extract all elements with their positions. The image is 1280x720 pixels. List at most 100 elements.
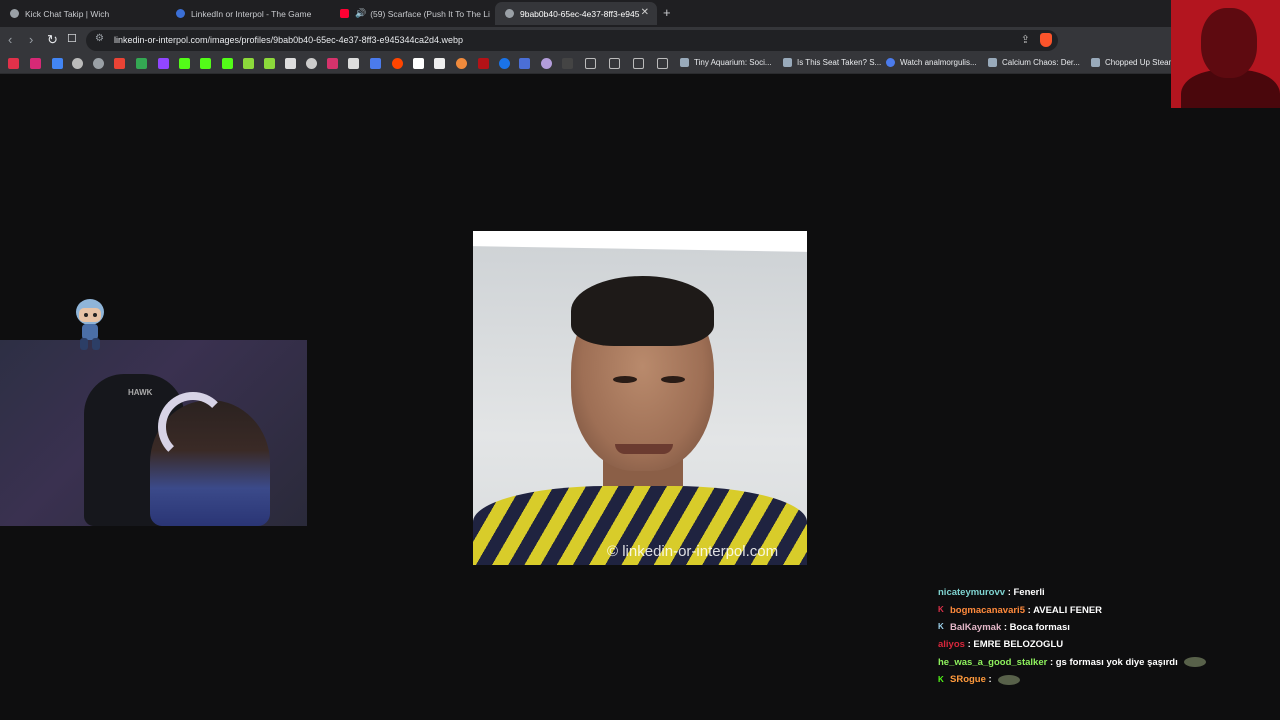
bookmark-folder-icon[interactable] xyxy=(657,58,668,69)
chat-message: K BalKaymak : Boca forması xyxy=(938,619,1238,636)
bookmark-youtube-icon[interactable] xyxy=(8,58,19,69)
image-watermark: © linkedin-or-interpol.com xyxy=(607,543,779,560)
bookmark-kick-icon[interactable] xyxy=(200,58,211,69)
bookmark-icon[interactable] xyxy=(499,58,510,69)
webcam-headset xyxy=(158,392,228,462)
bookmark-folder-icon[interactable] xyxy=(585,58,596,69)
mascot-avatar xyxy=(76,299,104,350)
streamer-webcam: HAWK xyxy=(0,340,307,526)
steam-icon xyxy=(783,58,792,67)
tab-webp-image[interactable]: 9bab0b40-65ec-4e37-8ff3-e945 ✕ xyxy=(495,2,657,25)
bookmark-button[interactable]: ☐ xyxy=(67,32,77,45)
bookmark-folder-icon[interactable] xyxy=(633,58,644,69)
chat-text: : Boca forması xyxy=(1003,621,1070,633)
bookmark-reddit-icon[interactable] xyxy=(392,58,403,69)
youtube-icon xyxy=(340,9,349,18)
url-text[interactable]: linkedin-or-interpol.com/images/profiles… xyxy=(114,35,463,45)
bookmark-kick-icon[interactable] xyxy=(222,58,233,69)
tab-kick-chat[interactable]: Kick Chat Takip | Wich xyxy=(0,2,165,25)
bookmark-icon[interactable] xyxy=(370,58,381,69)
bookmark-twitch-icon[interactable] xyxy=(158,58,169,69)
bookmark-tiny-aquarium[interactable]: Tiny Aquarium: Soci... xyxy=(680,58,772,67)
back-button[interactable]: ‹ xyxy=(8,32,12,47)
bookmark-extension-icon[interactable] xyxy=(264,58,275,69)
share-icon[interactable]: ⇪ xyxy=(1021,33,1030,46)
speaker-icon: 🔊 xyxy=(355,8,367,18)
chat-username: bogmacanavari5 xyxy=(950,604,1025,616)
streamer-portrait-overlay xyxy=(1171,0,1280,108)
chat-text: : Fenerli xyxy=(1007,587,1045,599)
bookmark-icon[interactable] xyxy=(434,58,445,69)
profile-image: © linkedin-or-interpol.com xyxy=(473,231,807,565)
chat-username: aliyos xyxy=(938,639,965,651)
chat-text: : EMRE BELOZOGLU xyxy=(967,639,1064,651)
globe-icon xyxy=(505,9,514,18)
tab-youtube-scarface[interactable]: 🔊 (59) Scarface (Push It To The Limit xyxy=(330,2,490,25)
bookmark-globe-icon[interactable] xyxy=(72,58,83,69)
bookmark-extension-icon[interactable] xyxy=(243,58,254,69)
chat-username: nicateymurovv xyxy=(938,587,1006,599)
steam-icon xyxy=(988,58,997,67)
globe-icon xyxy=(10,9,19,18)
tab-strip: Kick Chat Takip | Wich LinkedIn or Inter… xyxy=(0,0,1280,27)
tab-label: Kick Chat Takip | Wich xyxy=(25,8,110,19)
bookmark-icon[interactable] xyxy=(562,58,573,69)
chat-emote-icon xyxy=(997,674,1020,685)
forward-button[interactable]: › xyxy=(29,32,33,47)
bookmarks-bar: Tiny Aquarium: Soci... Is This Seat Take… xyxy=(0,54,1280,74)
bookmark-x-icon[interactable] xyxy=(348,58,359,69)
bookmark-translate-icon[interactable] xyxy=(52,58,63,69)
chat-overlay: nicateymurovv : Fenerli Kbogmacanavari5 … xyxy=(938,584,1238,688)
photo-eye xyxy=(613,376,637,383)
bookmark-globe-icon[interactable] xyxy=(93,58,104,69)
bookmark-icon[interactable] xyxy=(456,58,467,69)
chat-message: aliyos : EMRE BELOZOGLU xyxy=(938,636,1238,653)
chat-emote-icon xyxy=(1183,657,1206,668)
bookmark-is-this-seat-taken[interactable]: Is This Seat Taken? S... xyxy=(783,58,881,67)
photo-eye xyxy=(661,376,685,383)
bookmark-icon[interactable] xyxy=(478,58,489,69)
site-settings-icon[interactable]: ⚙ xyxy=(95,33,104,44)
kick-badge-icon: K xyxy=(938,622,944,632)
tab-label: 9bab0b40-65ec-4e37-8ff3-e945 xyxy=(520,8,640,19)
bookmark-watch[interactable]: Watch analmorgulis... xyxy=(886,58,977,67)
bookmark-anchor-icon[interactable] xyxy=(285,58,296,69)
tab-label: (59) Scarface (Push It To The Limit xyxy=(370,8,490,19)
brave-shields-icon[interactable] xyxy=(1040,33,1052,47)
photo-mouth xyxy=(615,444,673,454)
chat-message: he_was_a_good_stalker : gs forması yok d… xyxy=(938,654,1238,671)
chat-text: : AVEALI FENER xyxy=(1027,604,1103,616)
portrait-face xyxy=(1201,8,1257,78)
chat-message: nicateymurovv : Fenerli xyxy=(938,584,1238,601)
site-favicon-icon xyxy=(176,9,185,18)
reload-button[interactable]: ↻ xyxy=(47,32,58,48)
tab-linkedin-or-interpol[interactable]: LinkedIn or Interpol - The Game xyxy=(166,2,331,25)
omnibox[interactable]: ⚙ linkedin-or-interpol.com/images/profil… xyxy=(86,30,1058,51)
steam-icon xyxy=(1091,58,1100,67)
bookmark-icon[interactable] xyxy=(306,58,317,69)
address-toolbar: ‹ › ↻ ☐ ⚙ linkedin-or-interpol.com/image… xyxy=(0,27,1280,72)
bookmark-gmail-icon[interactable] xyxy=(114,58,125,69)
bookmark-p-icon[interactable] xyxy=(413,58,424,69)
chat-message: Kbogmacanavari5 : AVEALI FENER xyxy=(938,601,1238,618)
chat-message: K SRogue : xyxy=(938,671,1238,688)
bookmark-instagram-icon[interactable] xyxy=(30,58,41,69)
chat-username: SRogue xyxy=(950,674,986,686)
kick-badge-icon: K xyxy=(938,605,944,615)
site-icon xyxy=(886,58,895,67)
photo-hair xyxy=(571,276,714,346)
close-tab-icon[interactable]: ✕ xyxy=(641,7,649,18)
bookmark-kick-icon[interactable] xyxy=(179,58,190,69)
chat-username: BalKaymak xyxy=(950,621,1002,633)
bookmark-icon[interactable] xyxy=(327,58,338,69)
bookmark-calcium-chaos[interactable]: Calcium Chaos: Der... xyxy=(988,58,1080,67)
steam-icon xyxy=(680,58,689,67)
bookmark-chopped-up[interactable]: Chopped Up Steam xyxy=(1091,58,1175,67)
bookmark-drive-icon[interactable] xyxy=(136,58,147,69)
bookmark-icon[interactable] xyxy=(541,58,552,69)
bookmark-icon[interactable] xyxy=(519,58,530,69)
kick-badge-icon: K xyxy=(938,674,944,684)
bookmark-folder-icon[interactable] xyxy=(609,58,620,69)
chair-logo: HAWK xyxy=(128,388,153,397)
new-tab-button[interactable]: + xyxy=(663,5,671,20)
